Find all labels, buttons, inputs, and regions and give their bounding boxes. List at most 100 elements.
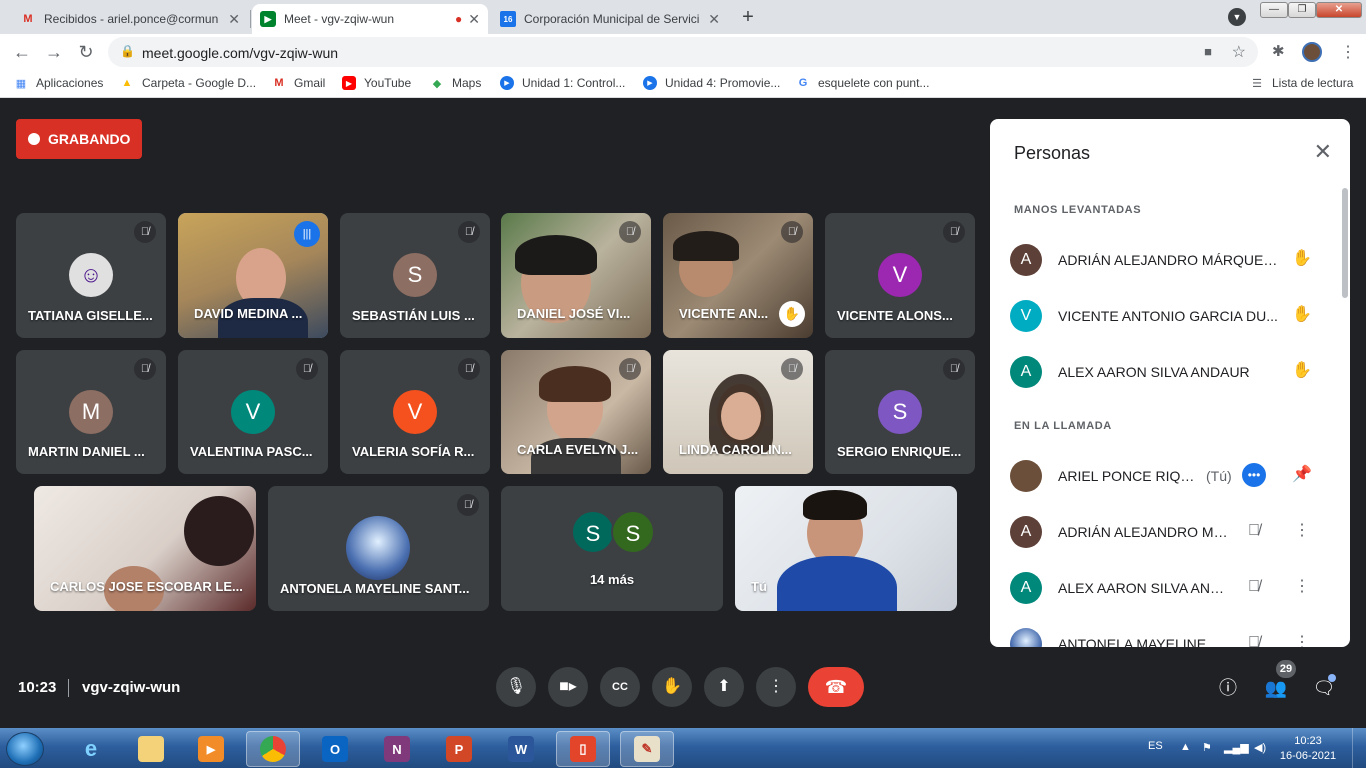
profile-avatar[interactable] [1302,42,1322,62]
tab-corporacion[interactable]: 16 Corporación Municipal de Servici ✕ [492,4,728,34]
bookmark-star-icon[interactable]: ☆ [1232,42,1246,62]
taskbar-chrome[interactable] [246,731,300,767]
raised-hand-icon[interactable]: ✋ [1291,248,1313,270]
in-call-row[interactable]: ARIEL PONCE RIQUE... (Tú) ••• 📌 [990,451,1350,499]
panel-scrollbar[interactable] [1342,188,1348,298]
mic-muted-icon[interactable]: 🎙̸ [1243,520,1265,542]
extensions-icon[interactable]: ✱ [1272,42,1285,60]
lock-icon[interactable]: 🔒 [120,44,135,58]
self-tile[interactable]: Tú [735,486,957,611]
maps-icon: ◆ [432,77,442,90]
recording-label: GRABANDO [48,131,131,147]
more-participants-tile[interactable]: S S 14 más [501,486,723,611]
participant-tile[interactable]: V 🎙̸ VICENTE ALONS... [825,213,975,338]
bookmark-drive[interactable]: ▲ Carpeta - Google D... [120,76,257,90]
forward-icon[interactable]: → [44,42,64,62]
flag-icon[interactable]: ⚑ [1202,741,1212,754]
participant-tile[interactable]: M 🎙̸ MARTIN DANIEL ... [16,350,166,474]
more-options-button[interactable]: ⋮ [756,667,796,707]
taskbar-explorer[interactable] [124,731,178,767]
browser-menu-icon[interactable]: ⋮ [1340,42,1356,62]
tab-search-icon[interactable]: ▼ [1228,8,1246,26]
more-vertical-icon[interactable]: ⋮ [1291,576,1313,598]
reload-icon[interactable]: ↻ [76,42,96,62]
people-button[interactable]: 👥 [1263,675,1289,701]
raised-hand-row[interactable]: A ALEX AARON SILVA ANDAUR ✋ [990,347,1350,395]
camera-button[interactable]: ■▸ [548,667,588,707]
taskbar-word[interactable]: W [494,731,548,767]
participant-tile[interactable]: 🎙̸ LINDA CAROLIN... [663,350,813,474]
meeting-details-button[interactable]: ⓘ [1215,675,1241,701]
raised-hand-row[interactable]: A ADRIÁN ALEJANDRO MÁRQUEZ... ✋ [990,235,1350,283]
apps-grid-icon: ▦ [15,77,27,90]
microphone-button[interactable]: 🎙 [496,667,536,707]
taskbar-office[interactable]: ▯ [556,731,610,767]
mic-muted-icon[interactable]: 🎙̸ [1243,576,1265,598]
close-icon[interactable]: ✕ [1314,139,1332,165]
raised-hand-icon[interactable]: ✋ [1291,304,1313,326]
network-icon[interactable]: ▂▄▆ [1224,741,1249,754]
minimize-button[interactable]: — [1260,2,1288,18]
participant-tile[interactable]: S 🎙̸ SERGIO ENRIQUE... [825,350,975,474]
raised-hand-icon[interactable]: ✋ [1291,360,1313,382]
participant-tile[interactable]: 🎙̸ ✋ VICENTE AN... [663,213,813,338]
tab-meet[interactable]: ▶ Meet - vgv-zqiw-wun ● ✕ [252,4,488,34]
bookmark-esquelete[interactable]: Gesquelete con punt... [796,76,930,90]
leave-call-button[interactable]: ☎ [808,667,864,707]
participant-tile[interactable]: 🎙̸ CARLA EVELYN J... [501,350,651,474]
more-horizontal-icon[interactable]: ••• [1242,463,1266,487]
mic-muted-icon[interactable]: 🎙̸ [1243,632,1265,647]
bookmark-gmail[interactable]: M Gmail [272,76,325,90]
new-tab-button[interactable]: + [736,6,760,30]
taskbar-powerpoint[interactable]: P [432,731,486,767]
participant-tile[interactable]: ☺ 🎙̸ TATIANA GISELLE... [16,213,166,338]
close-window-button[interactable]: ✕ [1316,2,1362,18]
language-indicator[interactable]: ES [1148,740,1163,752]
taskbar-ie[interactable]: e [64,731,118,767]
taskbar-onenote[interactable]: N [370,731,424,767]
play-icon: ▶ [643,76,657,90]
close-tab-icon[interactable]: ✕ [468,11,480,28]
bookmark-youtube[interactable]: ▶ YouTube [342,76,411,90]
participant-tile[interactable]: CARLOS JOSE ESCOBAR LE... [34,486,256,611]
tray-arrow-icon[interactable]: ▲ [1180,741,1191,753]
raise-hand-button[interactable]: ✋ [652,667,692,707]
in-call-row[interactable]: A ALEX AARON SILVA AND... 🎙̸ ⋮ [990,563,1350,611]
start-button[interactable] [6,732,44,766]
bookmark-unidad-4[interactable]: ▶ Unidad 4: Promovie... [643,76,780,90]
bookmark-apps[interactable]: ▦ Aplicaciones [14,76,104,90]
bookmark-unidad-1[interactable]: ▶ Unidad 1: Control... [500,76,625,90]
participant-tile[interactable]: 🎙̸ DANIEL JOSÉ VI... [501,213,651,338]
restore-button[interactable]: ❐ [1288,2,1316,18]
more-vertical-icon[interactable]: ⋮ [1291,632,1313,647]
gmail-icon: M [23,13,33,25]
participant-tile[interactable]: V 🎙̸ VALENTINA PASC... [178,350,328,474]
participant-tile[interactable]: V 🎙̸ VALERIA SOFÍA R... [340,350,490,474]
in-call-row[interactable]: A ADRIÁN ALEJANDRO MÁ... 🎙̸ ⋮ [990,507,1350,555]
mic-muted-icon: 🎙̸ [781,358,803,380]
participant-tile[interactable]: 🎙̸ ANTONELA MAYELINE SANT... [268,486,489,611]
in-call-row[interactable]: ANTONELA MAYELINE SA... 🎙̸ ⋮ [990,619,1350,647]
volume-icon[interactable]: ◀) [1254,741,1266,754]
back-icon[interactable]: ← [12,42,32,62]
taskbar-outlook[interactable]: O [308,731,362,767]
taskbar-media-player[interactable]: ▶ [184,731,238,767]
pin-icon[interactable]: 📌 [1291,464,1313,486]
raised-hand-row[interactable]: V VICENTE ANTONIO GARCIA DU... ✋ [990,291,1350,339]
participant-tile-speaking[interactable]: ||| DAVID MEDINA ... [178,213,328,338]
close-tab-icon[interactable]: ✕ [708,11,720,28]
bookmark-maps[interactable]: ◆ Maps [430,76,482,90]
close-tab-icon[interactable]: ✕ [228,11,240,28]
camera-in-use-icon[interactable]: ■ [1204,44,1212,59]
more-vertical-icon[interactable]: ⋮ [1291,520,1313,542]
address-bar[interactable]: 🔒 meet.google.com/vgv-zqiw-wun ■ ☆ [108,37,1258,67]
tab-gmail[interactable]: M Recibidos - ariel.ponce@cormun ✕ [12,4,248,34]
participant-tile[interactable]: S 🎙̸ SEBASTIÁN LUIS ... [340,213,490,338]
system-clock[interactable]: 10:23 16-06-2021 [1278,734,1338,764]
show-desktop-button[interactable] [1352,728,1366,768]
reading-list[interactable]: ☰ Lista de lectura [1250,76,1353,90]
captions-button[interactable]: CC [600,667,640,707]
present-screen-button[interactable]: ⬆ [704,667,744,707]
taskbar-paint[interactable]: ✎ [620,731,674,767]
participant-name: ALEX AARON SILVA ANDAUR [1058,364,1250,380]
